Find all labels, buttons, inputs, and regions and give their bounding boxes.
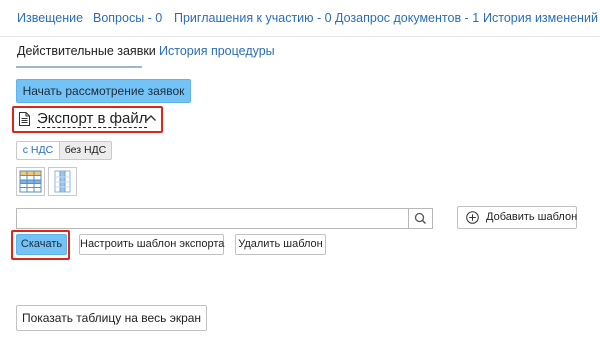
vat-include-option[interactable]: с НДС xyxy=(16,141,60,160)
search-button[interactable] xyxy=(408,208,433,229)
table-grid-view-icon xyxy=(19,170,42,193)
nav-notice[interactable]: Извещение xyxy=(17,11,83,25)
table-grid-view-button[interactable] xyxy=(16,167,45,196)
document-icon xyxy=(19,112,30,126)
tab-procedure-history[interactable]: История процедуры xyxy=(159,44,275,58)
vat-exclude-option[interactable]: без НДС xyxy=(59,141,112,160)
active-tab-indicator xyxy=(16,66,142,68)
nav-questions[interactable]: Вопросы - 0 xyxy=(93,11,162,25)
add-template-button[interactable]: Добавить шаблон xyxy=(457,206,577,229)
top-nav: Извещение Вопросы - 0 Приглашения к учас… xyxy=(0,0,600,38)
column-view-icon xyxy=(54,170,71,193)
export-to-file-toggle[interactable]: Экспорт в файл xyxy=(37,110,148,128)
search-icon xyxy=(414,212,427,225)
plus-circle-icon xyxy=(466,211,479,224)
template-search-input[interactable] xyxy=(16,208,408,229)
configure-export-template-button[interactable]: Настроить шаблон экспорта xyxy=(79,234,224,255)
add-template-label: Добавить шаблон xyxy=(486,211,578,223)
download-button[interactable]: Скачать xyxy=(16,234,67,255)
nav-divider xyxy=(0,36,600,37)
nav-document-requests[interactable]: Дозапрос документов - 1 xyxy=(335,11,479,25)
delete-template-button[interactable]: Удалить шаблон xyxy=(235,234,326,255)
chevron-up-icon[interactable] xyxy=(145,113,157,123)
start-review-button[interactable]: Начать рассмотрение заявок xyxy=(16,79,191,103)
nav-change-history[interactable]: История изменений xyxy=(483,11,598,25)
fullscreen-table-button[interactable]: Показать таблицу на весь экран xyxy=(16,305,207,331)
nav-invitations[interactable]: Приглашения к участию - 0 xyxy=(174,11,332,25)
column-view-button[interactable] xyxy=(48,167,77,196)
tab-valid-applications[interactable]: Действительные заявки xyxy=(17,44,156,58)
